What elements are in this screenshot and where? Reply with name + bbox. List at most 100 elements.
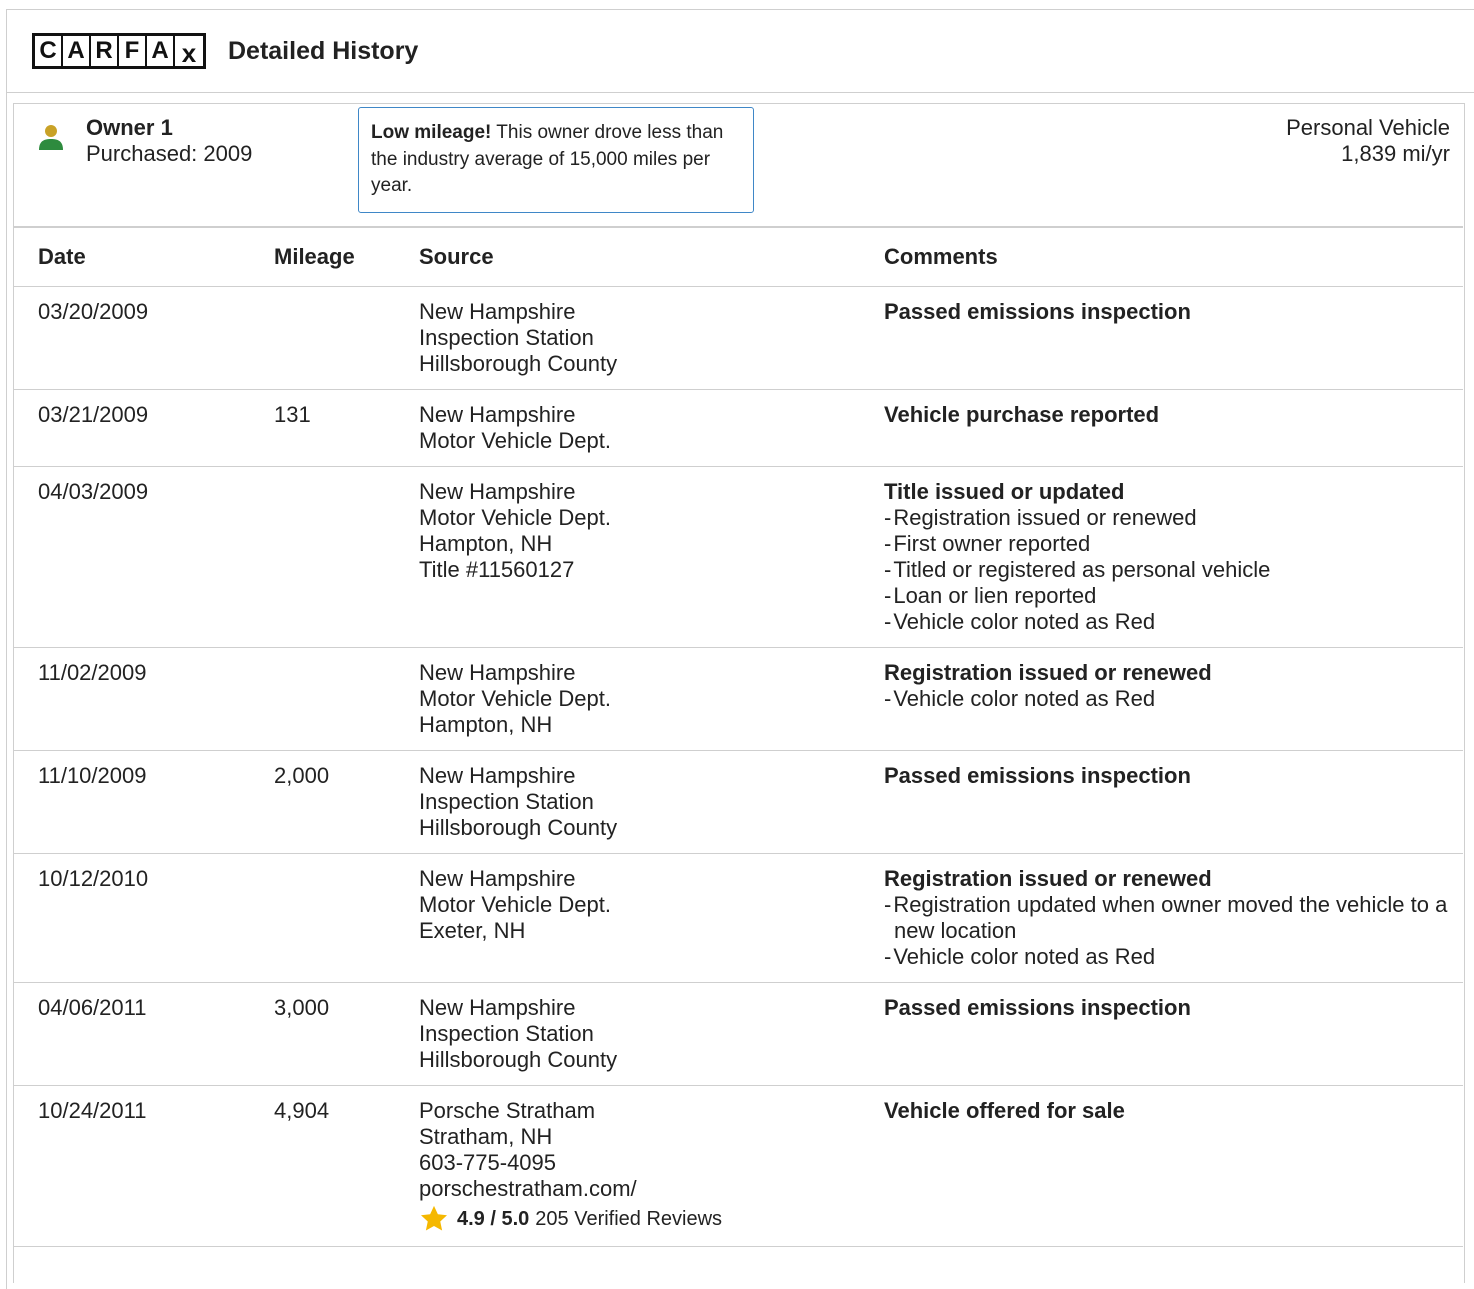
date-value: 03/20/2009 bbox=[38, 299, 149, 324]
source-line: porschestratham.com/ bbox=[419, 1176, 637, 1201]
comment-item: Registration updated when owner moved th… bbox=[884, 892, 1463, 944]
logo-letter: A bbox=[63, 36, 89, 66]
mileage-value: 4,904 bbox=[274, 1098, 330, 1123]
source-line: Porsche Stratham bbox=[419, 1098, 596, 1123]
mileage-cell: 3,000 bbox=[274, 982, 419, 1086]
comments-cell: Registration issued or renewedRegistrati… bbox=[884, 853, 1463, 983]
history-table: Date Mileage Source Comments 03/20/2009 N… bbox=[14, 226, 1463, 1247]
rating-score: 4.9 / 5.0 bbox=[457, 1208, 530, 1230]
star-icon bbox=[421, 1205, 447, 1231]
comment-title: Title issued or updated bbox=[884, 479, 1125, 504]
owner-section: Owner 1 Purchased: 2009 Low mileage! Thi… bbox=[13, 103, 1465, 1283]
table-row: 10/12/2010 New Hampshire Motor Vehicle Dep… bbox=[14, 853, 1463, 983]
comment-title: Registration issued or renewed bbox=[884, 660, 1212, 685]
source-line: Motor Vehicle Dept. bbox=[419, 686, 611, 711]
low-mileage-note: Low mileage! This owner drove less than … bbox=[358, 107, 754, 213]
vehicle-type: Personal Vehicle bbox=[1286, 115, 1450, 140]
table-row: 11/10/2009 2,000 New Hampshire Inspection S… bbox=[14, 750, 1463, 854]
source-line: Motor Vehicle Dept. bbox=[419, 892, 611, 917]
source-line: Motor Vehicle Dept. bbox=[419, 505, 611, 530]
mileage-cell bbox=[274, 647, 419, 751]
table-row: 04/06/2011 3,000 New Hampshire Inspection S… bbox=[14, 982, 1463, 1086]
logo-letter: A bbox=[147, 36, 173, 66]
panel-header: CARFAx Detailed History bbox=[7, 10, 1474, 93]
comment-block: Passed emissions inspection bbox=[884, 287, 1463, 337]
date-cell: 10/24/2011 bbox=[14, 1085, 274, 1247]
date-cell: 04/06/2011 bbox=[14, 982, 274, 1086]
comments-cell: Registration issued or renewedVehicle co… bbox=[884, 647, 1463, 751]
comment-title: Vehicle offered for sale bbox=[884, 1098, 1125, 1123]
source-line: Inspection Station bbox=[419, 325, 594, 350]
mileage-cell: 131 bbox=[274, 389, 419, 467]
comments-cell: Vehicle purchase reported bbox=[884, 389, 1463, 467]
comment-item: Registration issued or renewed bbox=[884, 505, 1463, 531]
comment-block: Vehicle purchase reported bbox=[884, 390, 1463, 440]
table-row: 10/24/2011 4,904 Porsche Stratham Stratham,… bbox=[14, 1085, 1463, 1247]
source-line: Title #11560127 bbox=[419, 557, 575, 582]
header-mileage: Mileage bbox=[274, 226, 419, 287]
comments-cell: Title issued or updatedRegistration issu… bbox=[884, 466, 1463, 648]
source-cell: New Hampshire Motor Vehicle Dept. Hampton,… bbox=[419, 647, 884, 751]
source-cell: New Hampshire Inspection Station Hillsboro… bbox=[419, 286, 884, 390]
owner-purchased: Purchased: 2009 bbox=[86, 141, 253, 166]
mileage-cell bbox=[274, 853, 419, 983]
source-lines: New Hampshire Motor Vehicle Dept. Hampton,… bbox=[419, 648, 884, 750]
source-lines: New Hampshire Motor Vehicle Dept. bbox=[419, 390, 884, 466]
source-line: New Hampshire bbox=[419, 479, 576, 504]
source-line: Stratham, NH bbox=[419, 1124, 553, 1149]
source-line: New Hampshire bbox=[419, 866, 576, 891]
source-lines: New Hampshire Motor Vehicle Dept. Hampton,… bbox=[419, 467, 884, 595]
source-cell: New Hampshire Inspection Station Hillsboro… bbox=[419, 982, 884, 1086]
mileage-cell bbox=[274, 466, 419, 648]
header-source: Source bbox=[419, 226, 884, 287]
note-highlight: Low mileage! bbox=[371, 122, 492, 143]
rating-reviews: 205 Verified Reviews bbox=[535, 1208, 723, 1230]
header-date: Date bbox=[14, 226, 274, 287]
owner-usage: Personal Vehicle 1,839 mi/yr bbox=[1286, 115, 1450, 167]
source-cell: New Hampshire Motor Vehicle Dept. bbox=[419, 389, 884, 467]
mileage-value bbox=[274, 854, 419, 878]
comment-title: Passed emissions inspection bbox=[884, 299, 1191, 324]
comments-cell: Passed emissions inspection bbox=[884, 750, 1463, 854]
source-line: Inspection Station bbox=[419, 789, 594, 814]
carfax-logo: CARFAx bbox=[32, 33, 206, 69]
date-value: 10/12/2010 bbox=[38, 866, 149, 891]
date-cell: 04/03/2009 bbox=[14, 466, 274, 648]
comment-item: Vehicle color noted as Red bbox=[884, 609, 1463, 635]
source-line: New Hampshire bbox=[419, 299, 576, 324]
source-lines: New Hampshire Motor Vehicle Dept. Exeter, … bbox=[419, 854, 884, 956]
source-lines: New Hampshire Inspection Station Hillsboro… bbox=[419, 983, 884, 1085]
comments-cell: Vehicle offered for sale bbox=[884, 1085, 1463, 1247]
mileage-value: 3,000 bbox=[274, 995, 330, 1020]
page-title: Detailed History bbox=[228, 36, 419, 65]
comment-block: Registration issued or renewedVehicle co… bbox=[884, 648, 1463, 724]
source-line: Exeter, NH bbox=[419, 918, 526, 943]
comment-item: Titled or registered as personal vehicle bbox=[884, 557, 1463, 583]
table-body: 03/20/2009 New Hampshire Inspection Statio… bbox=[14, 286, 1463, 1247]
table-row: 11/02/2009 New Hampshire Motor Vehicle Dep… bbox=[14, 647, 1463, 751]
source-lines: New Hampshire Inspection Station Hillsboro… bbox=[419, 287, 884, 389]
date-cell: 11/10/2009 bbox=[14, 750, 274, 854]
source-line: Hampton, NH bbox=[419, 531, 553, 556]
mileage-value bbox=[274, 467, 419, 491]
comment-title: Passed emissions inspection bbox=[884, 995, 1191, 1020]
source-line: New Hampshire bbox=[419, 402, 576, 427]
source-cell: New Hampshire Motor Vehicle Dept. Exeter, … bbox=[419, 853, 884, 983]
source-lines: New Hampshire Inspection Station Hillsboro… bbox=[419, 751, 884, 853]
table-row: 03/21/2009 131 New Hampshire Motor Vehicle … bbox=[14, 389, 1463, 467]
dealer-rating: 4.9 / 5.0 205 Verified Reviews bbox=[419, 1204, 884, 1234]
date-value: 10/24/2011 bbox=[38, 1098, 147, 1123]
source-line: 603-775-4095 bbox=[419, 1150, 557, 1175]
table-row: 03/20/2009 New Hampshire Inspection Statio… bbox=[14, 286, 1463, 390]
owner-summary: Owner 1 Purchased: 2009 Low mileage! Thi… bbox=[14, 104, 1464, 226]
logo-letter: x bbox=[175, 36, 203, 68]
source-line: New Hampshire bbox=[419, 660, 576, 685]
logo-letter: F bbox=[119, 36, 145, 66]
source-cell: New Hampshire Motor Vehicle Dept. Hampton,… bbox=[419, 466, 884, 648]
comment-block: Passed emissions inspection bbox=[884, 983, 1463, 1033]
mileage-value bbox=[274, 287, 419, 311]
comment-block: Title issued or updatedRegistration issu… bbox=[884, 467, 1463, 647]
date-value: 04/06/2011 bbox=[38, 995, 147, 1020]
comment-title: Registration issued or renewed bbox=[884, 866, 1212, 891]
mileage-value bbox=[274, 648, 419, 672]
